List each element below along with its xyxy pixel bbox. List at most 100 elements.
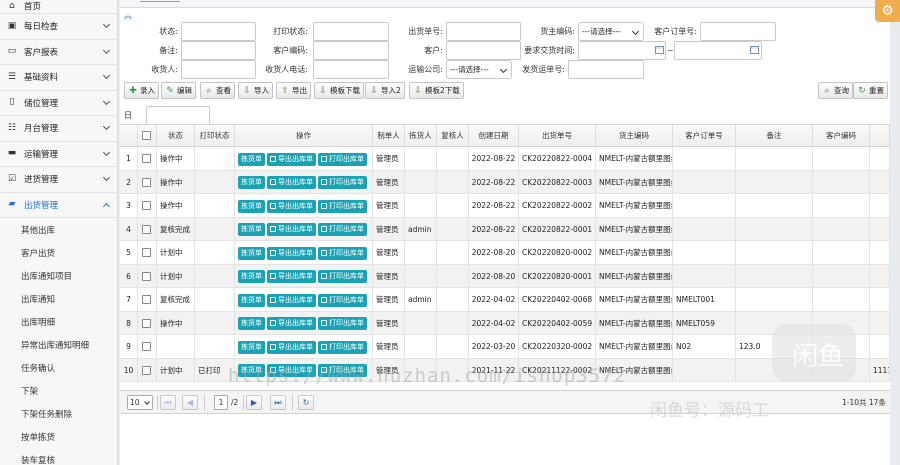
calendar-icon[interactable] [750,46,759,54]
pick-list-button[interactable]: 拣货单 [238,270,265,283]
cell-select[interactable] [138,147,157,171]
cell-select[interactable] [138,194,157,218]
row-checkbox[interactable] [142,271,151,281]
submenu-abnormal-notice-detail[interactable]: 异常出库通知明细 [0,333,117,356]
ship-no-input[interactable] [446,22,521,41]
print-outbound-button[interactable]: 打印出库单 [318,223,367,236]
sidebar-item-home[interactable]: ⌂ 首页 [0,0,117,14]
table-row[interactable]: 7 复核完成 拣货单 导出出库单 打印出库单 管理员 admin 2022-04-02 CK20… [120,288,890,312]
row-checkbox[interactable] [142,318,151,328]
submenu-customer-shipment[interactable]: 客户出货 [0,241,117,264]
export-outbound-button[interactable]: 导出出库单 [267,152,316,166]
collapse-icon[interactable]: ︽ [124,10,132,21]
sidebar-item-basic-data[interactable]: ☰ 基础资料 [0,65,117,91]
print-outbound-button[interactable]: 打印出库单 [318,199,367,213]
row-checkbox[interactable] [142,248,151,257]
template2-download-button[interactable]: ⇩ 模板2下载 [409,82,464,99]
pick-list-button[interactable]: 拣货单 [238,176,265,189]
sidebar-item-dock[interactable]: ☷ 月台管理 [0,116,117,142]
submenu-task-confirm[interactable]: 任务确认 [0,356,117,379]
cell-select[interactable] [138,241,157,265]
submenu-load-check[interactable]: 装车复核 [0,448,117,465]
pick-list-button[interactable]: 拣货单 [238,199,265,213]
row-checkbox[interactable] [142,154,151,163]
cell-select[interactable] [138,217,157,241]
header-checker[interactable]: 复核人 [437,125,469,147]
table-row[interactable]: 4 复核完成 拣货单 导出出库单 打印出库单 管理员 admin 2022-08-22 CK20… [120,217,890,241]
cell-select[interactable] [138,358,157,382]
header-remark[interactable]: 备注 [736,125,813,147]
export-outbound-button[interactable]: 导出出库单 [267,317,316,330]
last-page-button[interactable]: ⏭ [270,395,286,410]
cell-select[interactable] [138,170,157,194]
pick-list-button[interactable]: 拣货单 [238,152,265,166]
export-outbound-button[interactable]: 导出出库单 [267,246,316,260]
prev-page-button[interactable]: ◀ [182,395,198,410]
header-owner-code[interactable]: 货主编码 [596,125,673,147]
carrier-select[interactable]: ---请选择--- [446,60,512,79]
customer-order-input[interactable] [700,22,776,41]
pick-list-button[interactable]: 拣货单 [238,246,265,260]
add-button[interactable]: ✚ 录入 [124,82,159,99]
remark-input[interactable] [181,41,256,60]
print-outbound-button[interactable]: 打印出库单 [318,246,367,260]
sidebar-item-daily-check[interactable]: ▣ 每日检查 [0,14,117,40]
status-input[interactable] [181,22,256,41]
edit-button[interactable]: ✎ 编辑 [161,82,196,99]
row-checkbox[interactable] [142,177,151,187]
pick-list-button[interactable]: 拣货单 [238,317,265,330]
submenu-other-outbound[interactable]: 其他出库 [0,218,117,241]
current-page-input[interactable]: 1 [214,395,228,410]
sidebar-item-location[interactable]: ▯ 储位管理 [0,91,117,116]
row-checkbox[interactable] [142,342,151,351]
print-outbound-button[interactable]: 打印出库单 [318,293,367,307]
row-checkbox[interactable] [142,295,151,304]
date-input[interactable] [146,106,210,125]
print-outbound-button[interactable]: 打印出库单 [318,176,367,189]
query-button[interactable]: ⌕ 查询 [818,82,853,99]
export-outbound-button[interactable]: 导出出库单 [267,270,316,283]
template-download-button[interactable]: ⇩ 模板下载 [314,82,364,99]
table-row[interactable]: 3 操作中 拣货单 导出出库单 打印出库单 管理员 2022-08-22 CK20220822… [120,194,890,218]
header-ship-no[interactable]: 出货单号 [519,125,596,147]
reset-button[interactable]: ↻ 重置 [853,82,888,99]
print-outbound-button[interactable]: 打印出库单 [318,152,367,166]
header-customer-order[interactable]: 客户订单号 [673,125,736,147]
pick-list-button[interactable]: 拣货单 [238,293,265,307]
submenu-pick-by-order[interactable]: 按单拣货 [0,425,117,448]
export-button[interactable]: ⇧ 导出 [276,82,311,99]
table-row[interactable]: 2 操作中 拣货单 导出出库单 打印出库单 管理员 2022-08-22 CK20220822… [120,170,890,194]
submenu-unshelve[interactable]: 下架 [0,379,117,402]
cell-select[interactable] [138,335,157,359]
print-outbound-button[interactable]: 打印出库单 [318,340,367,354]
receiver-phone-input[interactable] [313,60,389,79]
header-customer-code[interactable]: 客户编码 [813,125,870,147]
export-outbound-button[interactable]: 导出出库单 [267,223,316,236]
pick-list-button[interactable]: 拣货单 [238,223,265,236]
delivery-time-start[interactable] [578,41,666,60]
header-status[interactable]: 状态 [157,125,195,147]
export-outbound-button[interactable]: 导出出库单 [267,176,316,189]
header-select-all[interactable] [138,125,157,147]
submenu-outbound-detail[interactable]: 出库明细 [0,310,117,333]
sidebar-item-customer-report[interactable]: ▭ 客户报表 [0,40,117,65]
cell-select[interactable] [138,311,157,335]
sidebar-item-inbound[interactable]: ☑ 进货管理 [0,167,117,193]
customer-code-input[interactable] [313,41,389,60]
header-picker[interactable]: 拣货人 [405,125,437,147]
header-create-date[interactable]: 创建日期 [469,125,519,147]
print-outbound-button[interactable]: 打印出库单 [318,270,367,283]
sidebar-item-transport[interactable]: ▬ 运输管理 [0,142,117,167]
row-checkbox[interactable] [142,201,151,210]
row-checkbox[interactable] [142,365,151,375]
select-all-checkbox[interactable] [142,131,151,140]
import-button[interactable]: ⇩ 导入 [238,82,273,99]
export-outbound-button[interactable]: 导出出库单 [267,199,316,213]
header-print-status[interactable]: 打印状态 [195,125,235,147]
export-outbound-button[interactable]: 导出出库单 [267,340,316,354]
row-checkbox[interactable] [142,224,151,234]
waybill-input[interactable] [568,60,644,79]
table-row[interactable]: 1 操作中 拣货单 导出出库单 打印出库单 管理员 2022-08-22 CK20220822… [120,147,890,171]
cell-select[interactable] [138,288,157,312]
cell-select[interactable] [138,264,157,288]
